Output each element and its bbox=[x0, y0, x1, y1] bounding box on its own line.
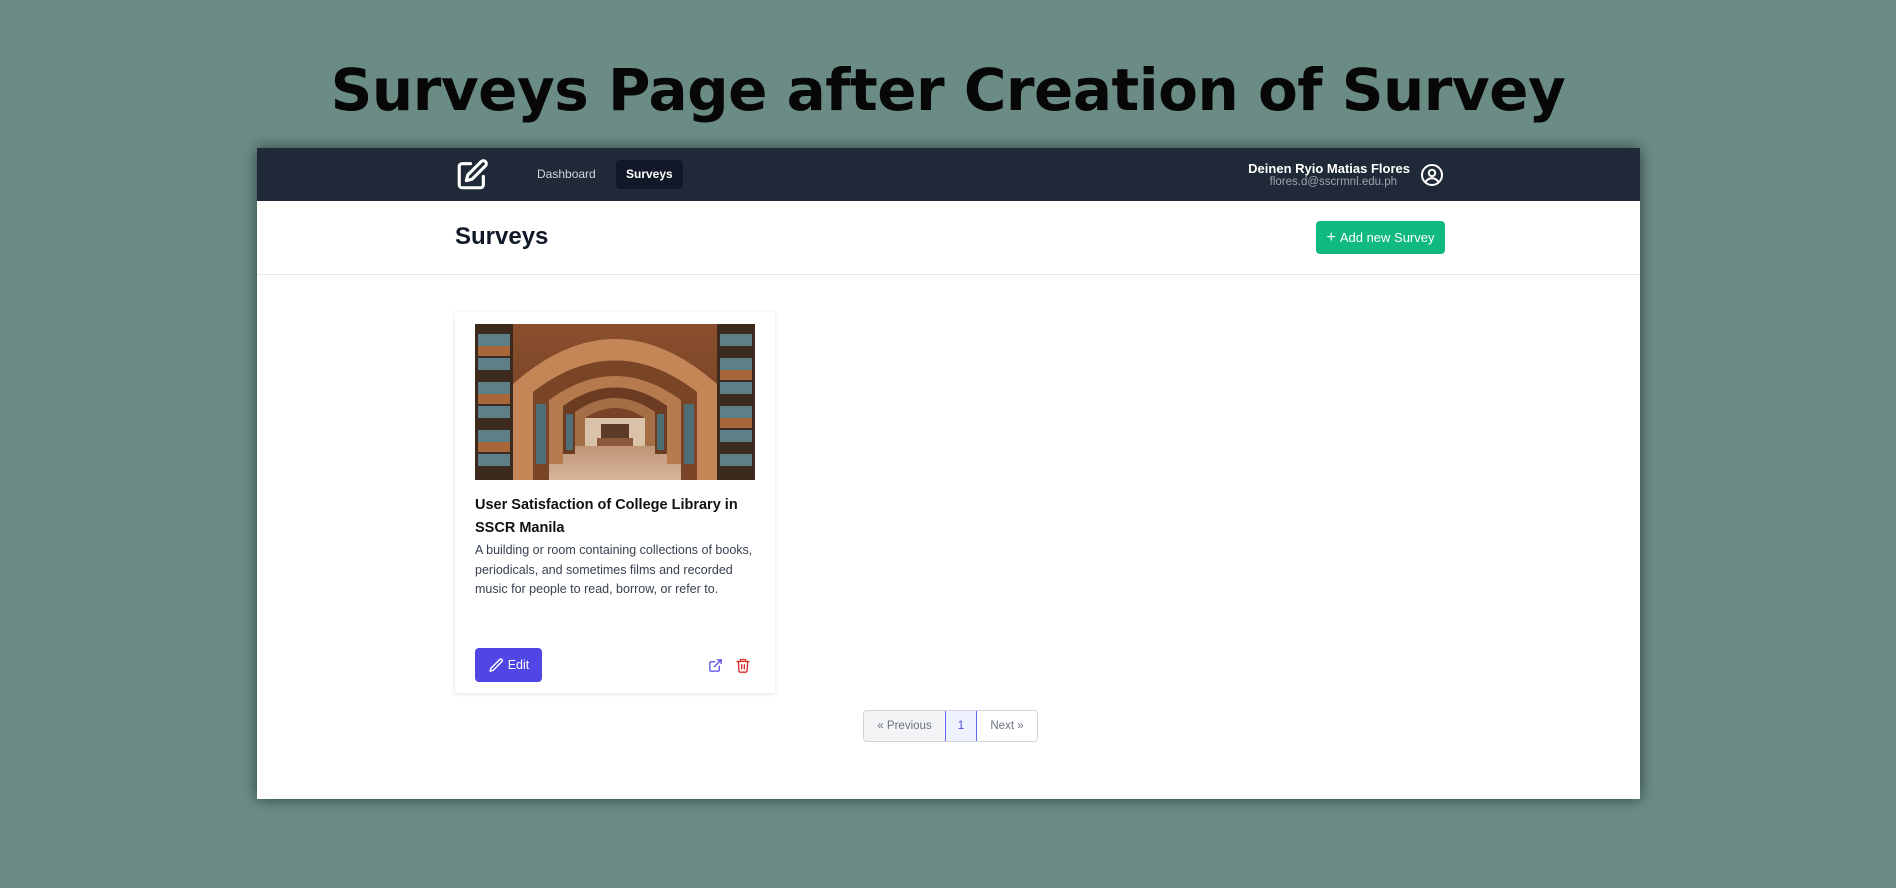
plus-icon: + bbox=[1326, 228, 1336, 246]
edit-label: Edit bbox=[507, 658, 530, 672]
pagination-page-1[interactable]: 1 bbox=[945, 711, 977, 741]
survey-title: User Satisfaction of College Library in … bbox=[475, 497, 738, 536]
pagination-previous[interactable]: « Previous bbox=[864, 711, 945, 741]
trash-icon[interactable] bbox=[735, 657, 751, 674]
user-name: Deinen Ryio Matias Flores bbox=[1248, 161, 1410, 176]
slide-title: Surveys Page after Creation of Survey bbox=[330, 56, 1566, 124]
pencil-icon bbox=[489, 657, 503, 672]
external-link-icon[interactable] bbox=[708, 658, 723, 673]
edit-survey-button[interactable]: Edit bbox=[475, 648, 542, 682]
pagination-next[interactable]: Next » bbox=[977, 711, 1037, 741]
survey-description: A building or room containing collection… bbox=[475, 543, 753, 596]
pagination: « Previous 1 Next » bbox=[863, 710, 1038, 742]
top-navbar: Dashboard Surveys Deinen Ryio Matias Flo… bbox=[257, 148, 1640, 201]
user-email: flores.d@sscrmnl.edu.ph bbox=[1269, 176, 1397, 188]
survey-card: User Satisfaction of College Library in … bbox=[455, 312, 775, 693]
page-title: Surveys bbox=[455, 223, 549, 250]
survey-image bbox=[475, 324, 755, 480]
page-header: Surveys + Add new Survey bbox=[257, 201, 1640, 275]
add-survey-button[interactable]: + Add new Survey bbox=[1316, 221, 1445, 254]
add-survey-label: Add new Survey bbox=[1339, 230, 1435, 245]
library-interior-photo bbox=[475, 324, 755, 480]
nav-link-dashboard[interactable]: Dashboard bbox=[527, 160, 606, 189]
pencil-square-icon[interactable] bbox=[455, 158, 489, 192]
nav-link-surveys[interactable]: Surveys bbox=[616, 160, 683, 189]
app-window: Dashboard Surveys Deinen Ryio Matias Flo… bbox=[257, 148, 1640, 799]
user-circle-icon[interactable] bbox=[1420, 163, 1444, 187]
